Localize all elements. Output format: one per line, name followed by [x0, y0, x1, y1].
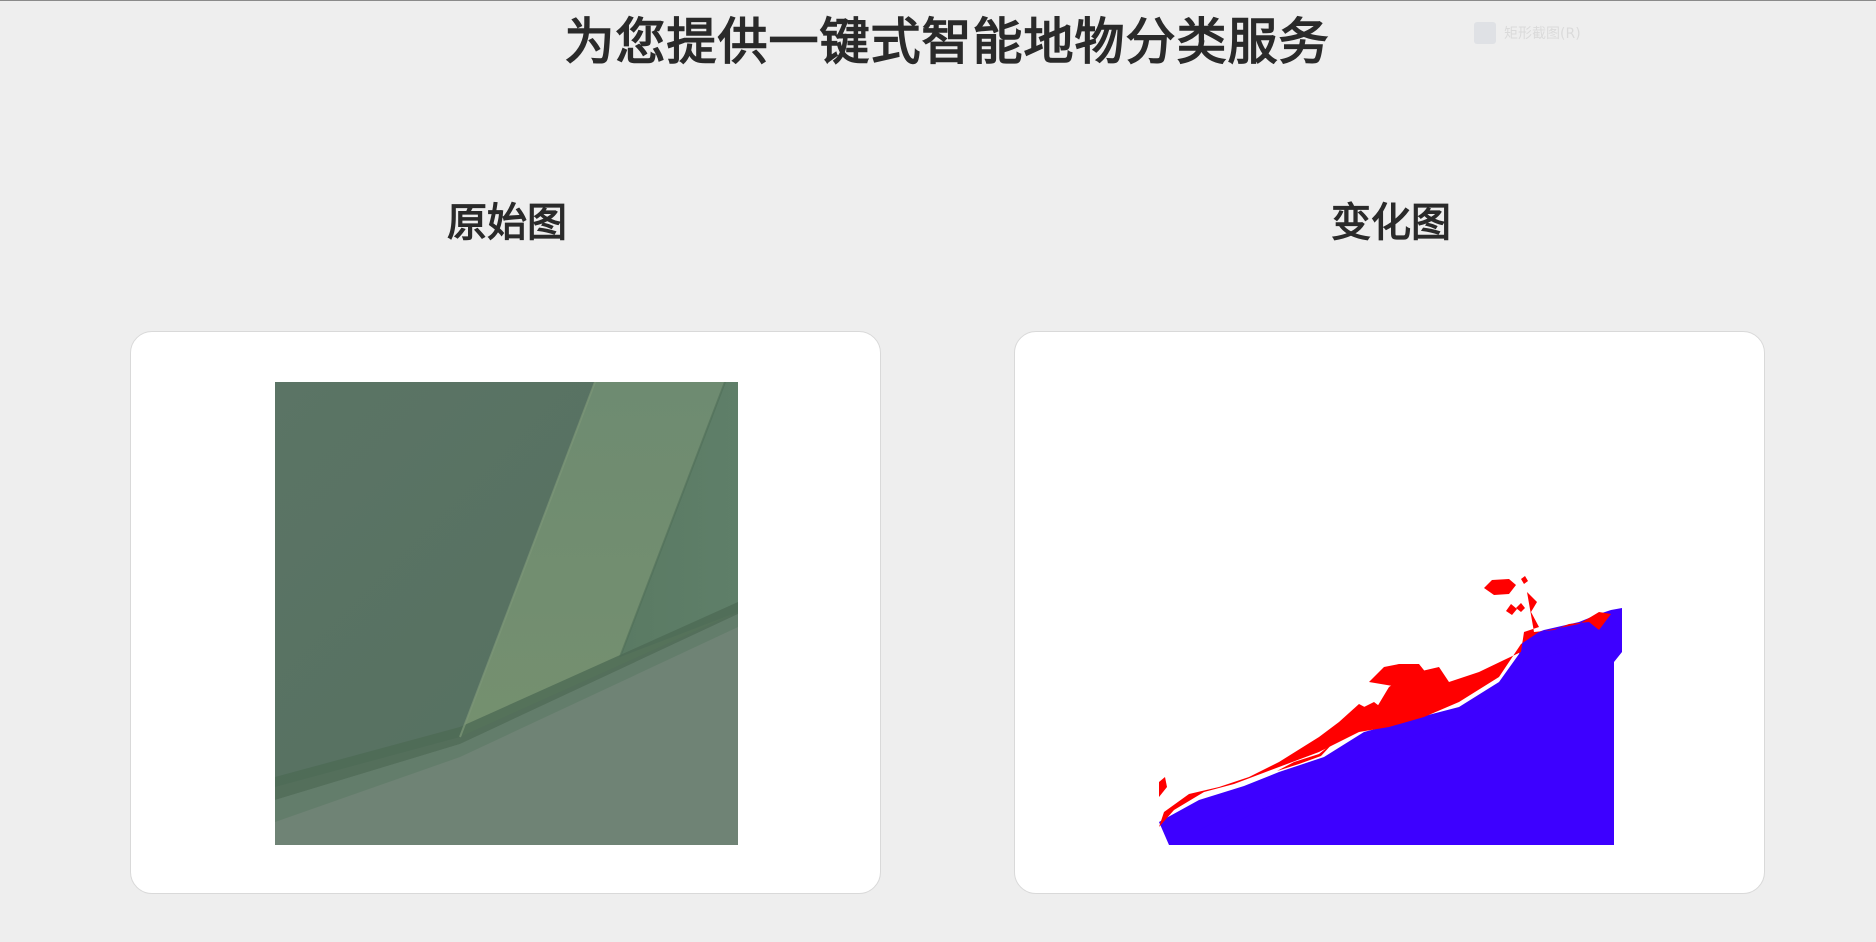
classification-map-icon: [1159, 382, 1622, 845]
screenshot-tool-label: 矩形截图(R): [1504, 26, 1581, 42]
change-image-title: 变化图: [1331, 200, 1451, 246]
original-image-card: [130, 331, 881, 894]
scissors-icon: [1474, 22, 1496, 44]
screenshot-tool-badge: 矩形截图(R): [1474, 20, 1581, 46]
change-image: [1159, 382, 1622, 845]
page-title: 为您提供一键式智能地物分类服务: [564, 13, 1330, 71]
original-image: [275, 382, 738, 845]
window-top-border: [0, 0, 1876, 1]
original-image-title: 原始图: [447, 200, 567, 246]
change-image-card: [1014, 331, 1765, 894]
aerial-photo-icon: [275, 382, 738, 845]
